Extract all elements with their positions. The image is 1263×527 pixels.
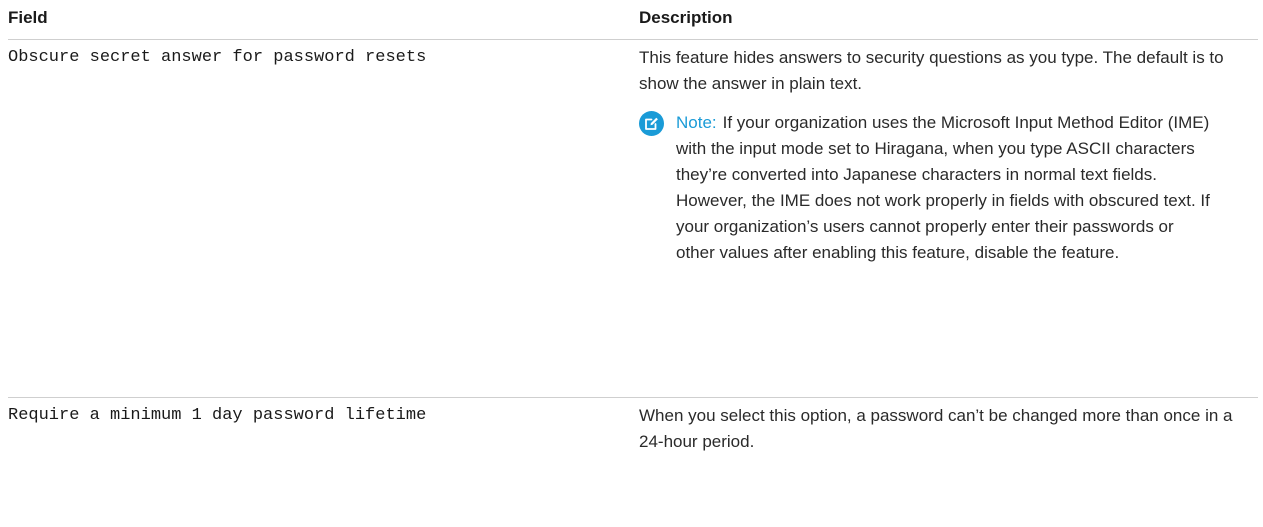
header-field: Field xyxy=(8,8,48,27)
note-text: If your organization uses the Microsoft … xyxy=(676,113,1210,262)
note-callout: Note: If your organization uses the Micro… xyxy=(639,110,1250,266)
field-description: This feature hides answers to security q… xyxy=(639,48,1224,93)
field-name: Obscure secret answer for password reset… xyxy=(8,48,427,67)
settings-table: Field Description Obscure secret answer … xyxy=(8,0,1258,486)
table-header: Field Description xyxy=(8,0,1258,40)
table-row: Require a minimum 1 day password lifetim… xyxy=(8,398,1258,486)
edit-note-icon xyxy=(639,111,664,136)
field-name: Require a minimum 1 day password lifetim… xyxy=(8,406,427,425)
header-description: Description xyxy=(639,8,733,27)
table-row: Obscure secret answer for password reset… xyxy=(8,40,1258,398)
field-description: When you select this option, a password … xyxy=(639,406,1233,451)
note-label: Note: xyxy=(676,113,717,132)
note-body: Note: If your organization uses the Micro… xyxy=(676,110,1250,266)
